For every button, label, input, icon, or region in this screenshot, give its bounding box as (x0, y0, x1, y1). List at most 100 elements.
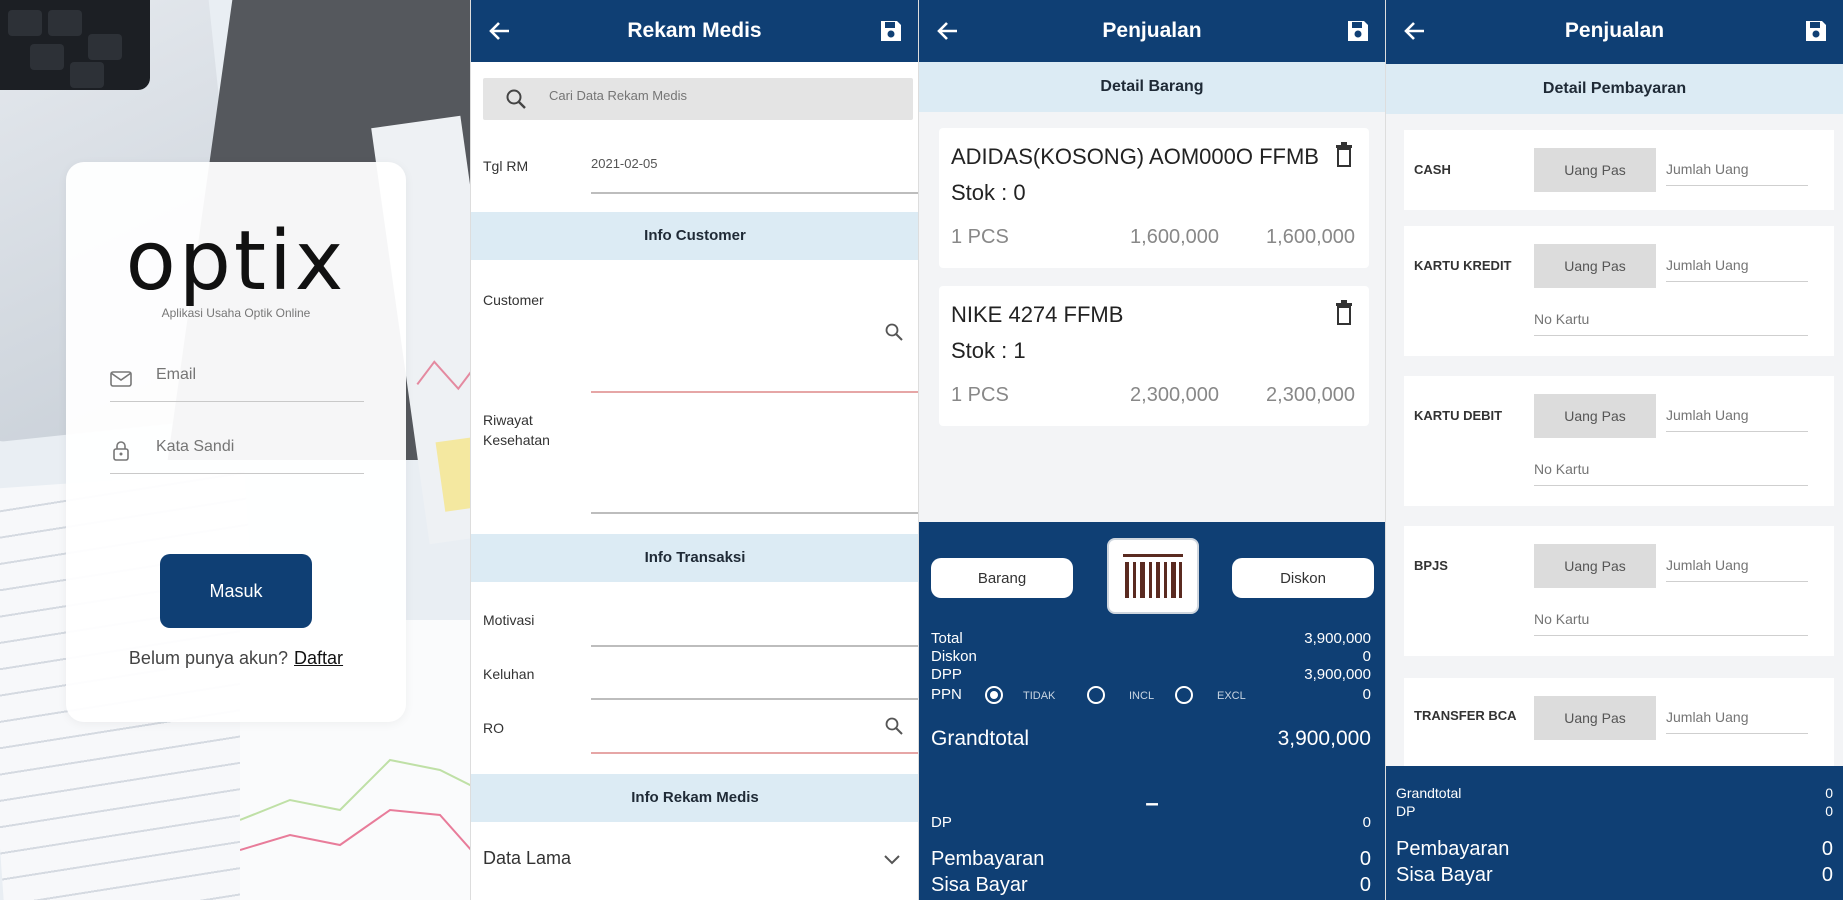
ppn-radio-excl[interactable] (1175, 686, 1193, 704)
item-name: ADIDAS(KOSONG) AOM000O FFMB (951, 144, 1319, 169)
sisa-bayar-value: 0 (1821, 864, 1833, 886)
ppn-radio-tidak[interactable] (985, 686, 1003, 704)
payment-method-card: BPJS Uang Pas (1404, 526, 1834, 656)
rekam-medis-screen: Rekam Medis Tgl RM 2021-02-05 Info Custo… (470, 0, 918, 900)
item-quantity: 1 PCS (951, 226, 1009, 248)
grandtotal-value: 0 (1825, 785, 1833, 801)
payment-method-label: KARTU DEBIT (1414, 408, 1503, 423)
dpp-label: DPP (931, 666, 962, 683)
password-field-row (110, 428, 364, 474)
trash-icon[interactable] (1333, 300, 1355, 326)
sisa-bayar-label: Sisa Bayar (1396, 864, 1493, 886)
payment-method-card: TRANSFER BCA Uang Pas (1404, 678, 1834, 766)
register-prompt: Belum punya akun? Daftar (66, 648, 406, 669)
register-link[interactable]: Daftar (294, 648, 343, 668)
search-icon (506, 89, 526, 109)
item-total: 2,300,000 (1266, 384, 1355, 406)
sisa-bayar-label: Sisa Bayar (931, 874, 1028, 896)
detail-pembayaran-header: Detail Pembayaran (1386, 64, 1843, 114)
page-title: Penjualan (1564, 19, 1665, 42)
total-value: 3,900,000 (1304, 630, 1371, 647)
password-input[interactable] (156, 438, 356, 456)
grandtotal-value: 3,900,000 (1277, 727, 1371, 750)
riwayat-kesehatan-label: Riwayat Kesehatan (483, 410, 550, 450)
keluhan-label: Keluhan (483, 666, 535, 682)
riwayat-label-line1: Riwayat (483, 412, 533, 428)
trash-icon[interactable] (1333, 142, 1355, 168)
pembayaran-label: Pembayaran (1396, 838, 1510, 860)
save-icon[interactable] (1803, 18, 1829, 44)
no-kartu-input[interactable] (1534, 602, 1808, 636)
ppn-option-incl: INCL (1129, 690, 1155, 702)
ro-field[interactable] (591, 752, 918, 754)
uang-pas-button[interactable]: Uang Pas (1534, 544, 1656, 588)
payment-method-card: KARTU KREDIT Uang Pas (1404, 226, 1834, 356)
customer-field[interactable] (591, 391, 918, 393)
penjualan-items-screen: Penjualan Detail Barang ADIDAS(KOSONG) A… (918, 0, 1385, 900)
penjualan-payment-screen: Penjualan Detail Pembayaran CASH Uang Pa… (1385, 0, 1843, 900)
email-input[interactable] (156, 366, 356, 384)
jumlah-uang-input[interactable] (1666, 700, 1808, 734)
login-button[interactable]: Masuk (160, 554, 312, 628)
jumlah-uang-input[interactable] (1666, 548, 1808, 582)
item-stock: Stok : 0 (951, 180, 1026, 205)
diskon-button[interactable]: Diskon (1232, 558, 1374, 598)
motivasi-field[interactable] (591, 645, 918, 647)
jumlah-uang-input[interactable] (1666, 398, 1808, 432)
app-header: Rekam Medis (471, 0, 918, 62)
save-icon[interactable] (1345, 18, 1371, 44)
payment-method-label: BPJS (1414, 558, 1448, 573)
grandtotal-label: Grandtotal (931, 727, 1030, 750)
payment-method-card: CASH Uang Pas (1404, 130, 1834, 210)
ppn-radio-incl[interactable] (1087, 686, 1105, 704)
ro-label: RO (483, 720, 504, 736)
customer-search-icon[interactable] (884, 322, 904, 342)
page-title: Rekam Medis (627, 19, 762, 42)
jumlah-uang-input[interactable] (1666, 152, 1808, 186)
lock-icon (113, 441, 129, 461)
register-text: Belum punya akun? (128, 648, 289, 668)
no-kartu-input[interactable] (1534, 452, 1808, 486)
uang-pas-button[interactable]: Uang Pas (1534, 696, 1656, 740)
item-quantity: 1 PCS (951, 384, 1009, 406)
pembayaran-value: 0 (1359, 848, 1371, 870)
payment-summary: Grandtotal 0 DP 0 Pembayaran 0 Sisa Baya… (1386, 766, 1843, 900)
tgl-rm-value[interactable]: 2021-02-05 (591, 156, 658, 171)
payment-method-label: CASH (1414, 162, 1451, 177)
collapse-handle[interactable]: – (919, 790, 1385, 818)
chevron-down-icon[interactable] (882, 853, 902, 867)
search-input[interactable] (549, 88, 889, 103)
save-icon[interactable] (878, 18, 904, 44)
data-lama-label[interactable]: Data Lama (483, 848, 571, 868)
jumlah-uang-input[interactable] (1666, 248, 1808, 282)
barcode-scan-button[interactable] (1107, 538, 1199, 614)
item-card[interactable]: NIKE 4274 FFMB Stok : 1 1 PCS 2,300,000 … (939, 286, 1369, 426)
riwayat-kesehatan-field[interactable] (591, 512, 918, 514)
uang-pas-button[interactable]: Uang Pas (1534, 244, 1656, 288)
dp-value: 0 (1825, 803, 1833, 819)
dp-label: DP (931, 814, 952, 831)
uang-pas-button[interactable]: Uang Pas (1534, 148, 1656, 192)
payment-method-label: TRANSFER BCA (1414, 708, 1517, 723)
ppn-option-tidak: TIDAK (1023, 690, 1056, 702)
diskon-value: 0 (1362, 648, 1371, 665)
item-card[interactable]: ADIDAS(KOSONG) AOM000O FFMB Stok : 0 1 P… (939, 128, 1369, 268)
ppn-option-excl: EXCL (1217, 690, 1246, 702)
payment-method-card: KARTU DEBIT Uang Pas (1404, 376, 1834, 506)
keluhan-field[interactable] (591, 698, 918, 700)
ro-search-icon[interactable] (884, 716, 904, 736)
keyboard-image (0, 0, 150, 90)
motivasi-label: Motivasi (483, 612, 535, 628)
barang-button[interactable]: Barang (931, 558, 1073, 598)
ppn-label: PPN (931, 686, 962, 703)
pembayaran-value: 0 (1821, 838, 1833, 860)
diskon-label: Diskon (931, 648, 977, 665)
dp-value: 0 (1362, 814, 1371, 831)
total-label: Total (931, 630, 963, 647)
uang-pas-button[interactable]: Uang Pas (1534, 394, 1656, 438)
item-name: NIKE 4274 FFMB (951, 302, 1124, 327)
no-kartu-input[interactable] (1534, 302, 1808, 336)
email-field-row (110, 356, 364, 402)
section-info-transaksi: Info Transaksi (471, 534, 918, 582)
login-screen: optix Aplikasi Usaha Optik Online Masuk … (0, 0, 470, 900)
